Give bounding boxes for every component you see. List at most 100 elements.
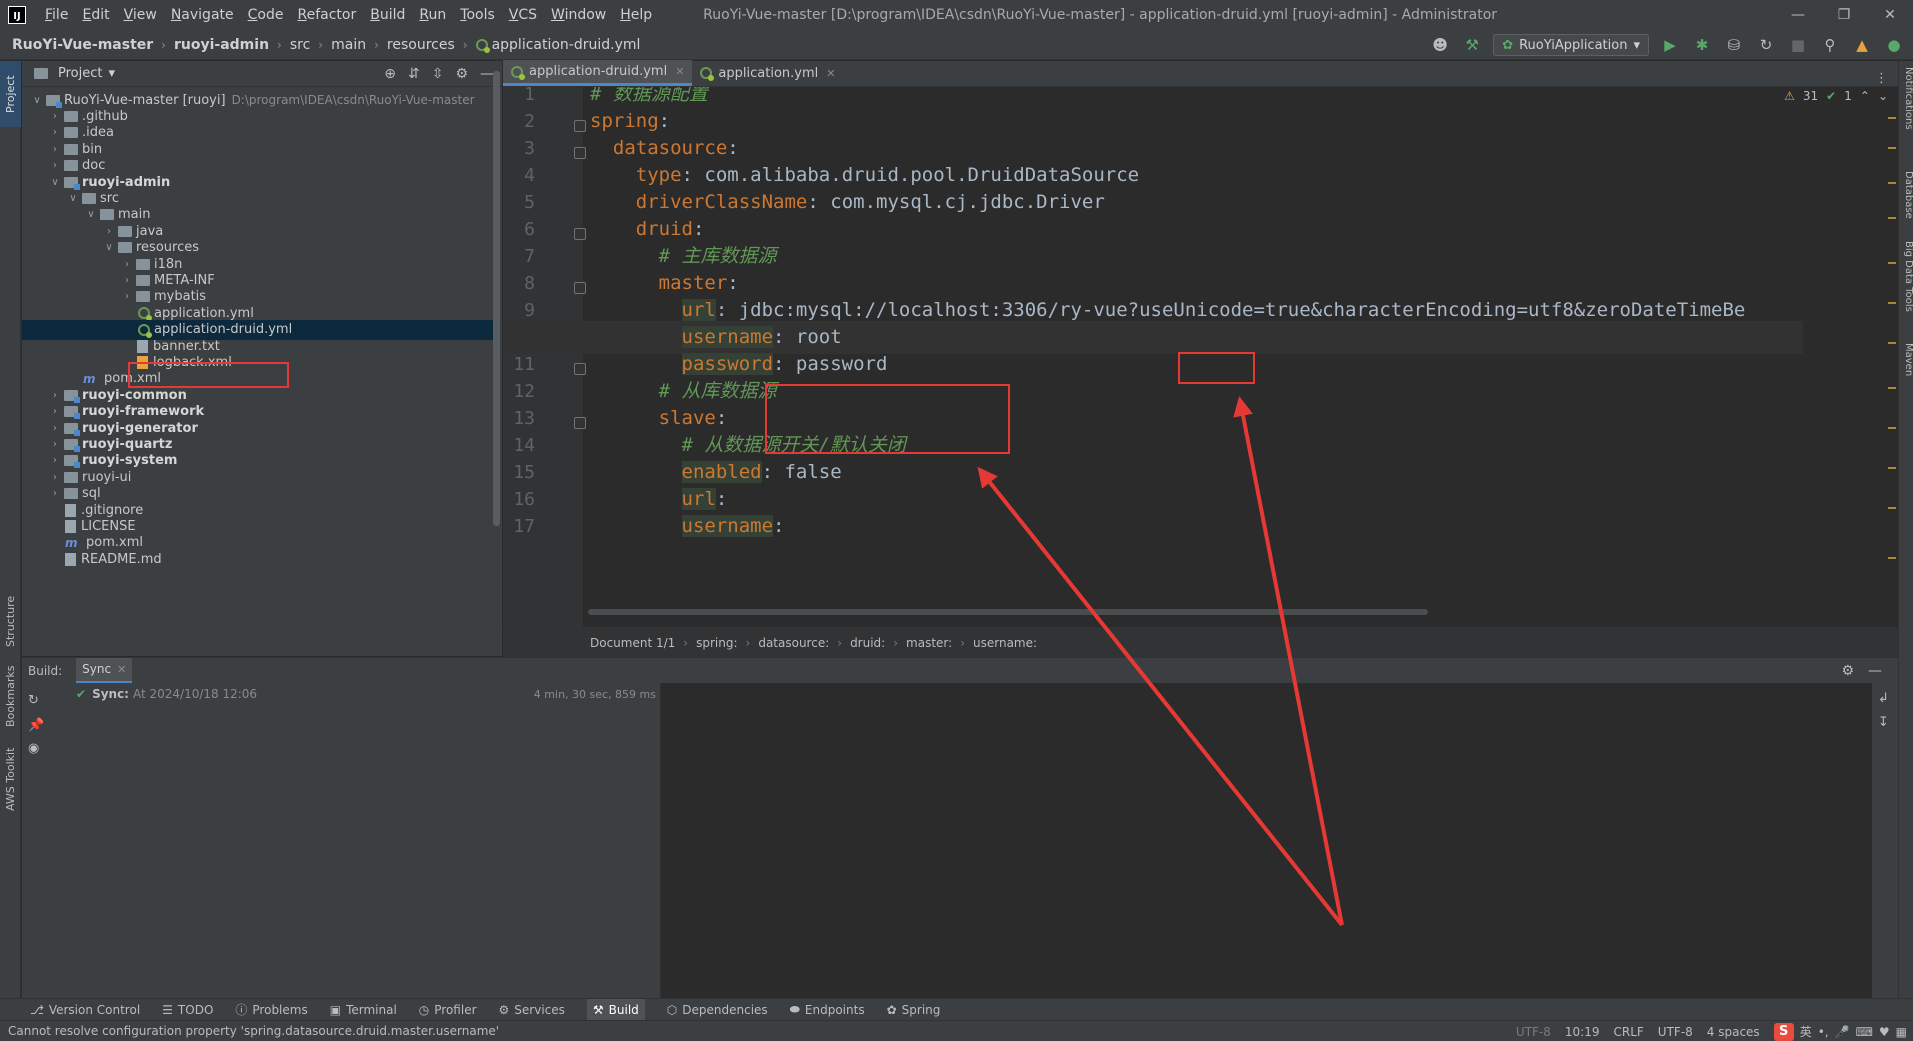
chevron-down-icon[interactable]: ▾ [108, 66, 115, 81]
tree-item[interactable]: README.md [22, 549, 500, 569]
bottom-tool-services[interactable]: ⚙ Services [499, 1003, 565, 1017]
menu-edit[interactable]: Edit [75, 7, 116, 23]
close-icon[interactable]: ✕ [1867, 0, 1913, 30]
tool-tab-project[interactable]: Project [0, 61, 21, 127]
breadcrumb-module[interactable]: ruoyi-admin [174, 37, 269, 53]
search-icon[interactable]: ⚲ [1819, 34, 1841, 56]
status-line-separator[interactable]: CRLF [1613, 1025, 1643, 1039]
microphone-icon[interactable]: 🎤 [1835, 1025, 1850, 1039]
coverage-icon[interactable]: ⛁ [1723, 34, 1745, 56]
tool-tab-big-data-tools[interactable]: Big Data Tools [1899, 241, 1913, 331]
tab-application-druid-yml[interactable]: application-druid.yml ✕ [503, 60, 693, 86]
inspection-widget[interactable]: ⚠ 31 ✔ 1 ⌃ ⌄ [1784, 89, 1888, 103]
error-stripe[interactable] [1886, 87, 1898, 627]
chevron-right-icon[interactable]: › [48, 488, 62, 499]
pin-icon[interactable]: 📌 [28, 718, 44, 733]
chevron-right-icon[interactable]: › [120, 259, 134, 270]
build-hammer-icon[interactable]: ⚒ [1461, 34, 1483, 56]
warning-marker[interactable] [1888, 117, 1896, 119]
expand-all-icon[interactable]: ⇵ [408, 66, 420, 82]
bottom-tool-todo[interactable]: ☰ TODO [162, 1003, 213, 1017]
menu-view[interactable]: View [117, 7, 164, 23]
menu-tools[interactable]: Tools [453, 7, 502, 23]
menu-window[interactable]: Window [544, 7, 613, 23]
menu-file[interactable]: File [38, 7, 75, 23]
minimize-icon[interactable]: — [1775, 0, 1821, 30]
chevron-right-icon[interactable]: › [48, 455, 62, 466]
fold-marker-icon[interactable] [574, 417, 586, 429]
chevron-right-icon[interactable]: › [120, 291, 134, 302]
warning-marker[interactable] [1888, 427, 1896, 429]
editor-breadcrumb[interactable]: druid: [850, 636, 885, 650]
editor-breadcrumb[interactable]: datasource: [758, 636, 829, 650]
status-message[interactable]: Cannot resolve configuration property 's… [8, 1024, 499, 1038]
breadcrumb-resources[interactable]: resources [387, 37, 455, 53]
plugin-icon[interactable]: ● [1883, 34, 1905, 56]
fold-marker-icon[interactable] [574, 120, 586, 132]
editor-breadcrumb[interactable]: Document 1/1 [590, 636, 675, 650]
chevron-down-icon[interactable]: ∨ [84, 209, 98, 220]
menu-refactor[interactable]: Refactor [290, 7, 363, 23]
ime-language[interactable]: 英 [1800, 1023, 1812, 1040]
project-scrollbar[interactable] [493, 71, 500, 526]
build-console[interactable] [662, 683, 1872, 998]
close-icon[interactable]: ✕ [826, 67, 835, 80]
hide-icon[interactable]: — [480, 66, 494, 82]
tab-sync[interactable]: Sync ✕ [76, 657, 133, 684]
tool-tab-database[interactable]: Database [1899, 171, 1913, 231]
status-encoding[interactable]: UTF-8 [1658, 1025, 1693, 1039]
breadcrumb-project[interactable]: RuoYi-Vue-master [12, 37, 153, 53]
run-icon[interactable]: ▶ [1659, 34, 1681, 56]
bottom-tool-endpoints[interactable]: ⬬ Endpoints [790, 1002, 865, 1017]
chevron-right-icon[interactable]: › [102, 226, 116, 237]
project-view-title[interactable]: Project [58, 66, 102, 81]
build-sync-row[interactable]: ✔ Sync: At 2024/10/18 12:06 4 min, 30 se… [76, 683, 656, 705]
fold-marker-icon[interactable] [574, 147, 586, 159]
breadcrumb-main[interactable]: main [331, 37, 366, 53]
hide-icon[interactable]: — [1868, 663, 1882, 679]
bottom-tool-profiler[interactable]: ◷ Profiler [419, 1003, 477, 1017]
editor-breadcrumb[interactable]: username: [973, 636, 1037, 650]
restore-icon[interactable]: ❐ [1821, 0, 1867, 30]
chevron-right-icon[interactable]: › [120, 275, 134, 286]
more-icon[interactable]: ⋮ [1875, 71, 1898, 86]
bottom-tool-version-control[interactable]: ⎇ Version Control [30, 1003, 140, 1017]
warning-marker[interactable] [1888, 342, 1896, 344]
chevron-right-icon[interactable]: › [48, 160, 62, 171]
close-icon[interactable]: ✕ [117, 663, 126, 676]
grid-icon[interactable]: ▦ [1896, 1025, 1907, 1039]
bottom-tool-build[interactable]: ⚒ Build [586, 998, 645, 1021]
editor-breadcrumb[interactable]: spring: [696, 636, 737, 650]
locate-icon[interactable]: ⊕ [384, 66, 396, 82]
bottom-tool-terminal[interactable]: ▣ Terminal [330, 1003, 397, 1017]
bottom-tool-spring[interactable]: ✿ Spring [887, 1003, 941, 1017]
update-icon[interactable]: ▲ [1851, 34, 1873, 56]
chevron-right-icon[interactable]: › [48, 406, 62, 417]
breadcrumb-file[interactable]: application-druid.yml [475, 37, 640, 53]
menu-code[interactable]: Code [241, 7, 291, 23]
chevron-up-icon[interactable]: ⌃ [1860, 89, 1870, 103]
chevron-right-icon[interactable]: › [48, 144, 62, 155]
fold-marker-icon[interactable] [574, 228, 586, 240]
eye-icon[interactable]: ◉ [28, 741, 39, 756]
chevron-right-icon[interactable]: › [48, 127, 62, 138]
chevron-right-icon[interactable]: › [48, 111, 62, 122]
chevron-down-icon[interactable]: ∨ [30, 95, 44, 106]
tool-tab-maven[interactable]: Maven [1899, 343, 1913, 393]
status-position[interactable]: 10:19 [1565, 1025, 1600, 1039]
run-configuration-select[interactable]: ✿ RuoYiApplication ▾ [1493, 34, 1649, 56]
stop-icon[interactable]: ■ [1787, 34, 1809, 56]
warning-marker[interactable] [1888, 182, 1896, 184]
tool-tab-notifications[interactable]: Notifications [1899, 67, 1913, 157]
warning-marker[interactable] [1888, 507, 1896, 509]
warning-marker[interactable] [1888, 147, 1896, 149]
menu-run[interactable]: Run [412, 7, 453, 23]
chevron-right-icon[interactable]: › [48, 423, 62, 434]
gear-icon[interactable]: ⚙ [1841, 663, 1854, 679]
debug-icon[interactable]: ✱ [1691, 34, 1713, 56]
chevron-right-icon[interactable]: › [48, 439, 62, 450]
breadcrumb-src[interactable]: src [290, 37, 310, 53]
code-line[interactable]: username: [590, 510, 784, 543]
close-icon[interactable]: ✕ [675, 65, 684, 78]
scroll-to-end-icon[interactable]: ↧ [1878, 715, 1889, 730]
